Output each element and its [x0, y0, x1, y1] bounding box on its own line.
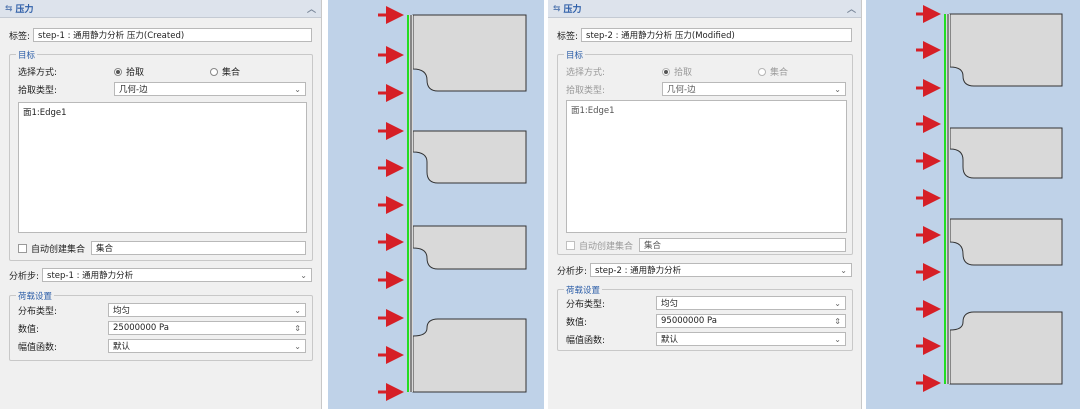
spinner-icon[interactable]: ⇕ — [834, 317, 841, 326]
load-settings-group: 荷载设置 分布类型: 均匀 ⌄ 数值: 95000000 Pa ⇕ 幅值函数: … — [557, 284, 853, 351]
chevron-down-icon: ⌄ — [294, 84, 301, 94]
radio-unchecked-icon — [758, 67, 766, 76]
picked-items-list[interactable]: 面1:Edge1 — [18, 102, 307, 233]
load-settings-title: 荷载设置 — [564, 284, 603, 296]
select-mode-label: 选择方式: — [566, 68, 606, 78]
load-settings-group: 荷载设置 分布类型: 均匀 ⌄ 数值: 25000000 Pa ⇕ 幅值函数: … — [9, 290, 313, 361]
radio-set[interactable]: 集合 — [758, 65, 788, 78]
amplitude-select[interactable]: 默认 ⌄ — [656, 332, 846, 346]
chevron-down-icon: ⌄ — [834, 298, 841, 308]
distribution-select[interactable]: 均匀 ⌄ — [656, 296, 846, 310]
pressure-icon: ⇆ — [5, 3, 13, 14]
target-group: 目标 选择方式: 拾取 集合 拾取类型: 几何-边 ⌄ 面1:Edge1 自动创… — [9, 49, 313, 261]
auto-create-set-label: 自动创建集合 — [579, 241, 634, 252]
auto-set-name-input[interactable]: 集合 — [639, 238, 846, 252]
auto-create-set-checkbox[interactable] — [566, 240, 575, 250]
step-select[interactable]: step-2 : 通用静力分析 ⌄ — [590, 263, 852, 277]
radio-set[interactable]: 集合 — [210, 65, 240, 78]
step-label: 分析步: — [9, 271, 40, 282]
step-label: 分析步: — [557, 266, 588, 277]
magnitude-input[interactable]: 95000000 Pa ⇕ — [656, 314, 846, 328]
list-item[interactable]: 面1:Edge1 — [23, 106, 302, 118]
chevron-up-icon[interactable]: ︿ — [847, 2, 856, 15]
pressure-arrows — [916, 5, 941, 392]
panel-title: 压力 — [15, 5, 34, 15]
amplitude-label: 幅值函数: — [566, 335, 606, 346]
magnitude-input[interactable]: 25000000 Pa ⇕ — [108, 321, 306, 335]
pressure-panel-2: ⇆ 压力 ︿ 标签: step-2 : 通用静力分析 压力(Modified) … — [548, 0, 862, 409]
distribution-label: 分布类型: — [566, 299, 606, 310]
select-mode-label: 选择方式: — [18, 68, 58, 78]
label-caption: 标签: — [557, 31, 579, 42]
chevron-down-icon: ⌄ — [834, 84, 841, 94]
pressure-panel-1: ⇆ 压力 ︿ 标签: step-1 : 通用静力分析 压力(Created) 目… — [0, 0, 322, 409]
auto-create-set-label: 自动创建集合 — [31, 244, 86, 255]
amplitude-select[interactable]: 默认 ⌄ — [108, 339, 306, 353]
load-settings-title: 荷载设置 — [16, 290, 55, 302]
pick-type-label: 拾取类型: — [566, 85, 606, 96]
pick-type-select[interactable]: 几何-边 ⌄ — [114, 82, 306, 96]
panel-header: ⇆ 压力 ︿ — [548, 0, 861, 18]
label-input[interactable]: step-1 : 通用静力分析 压力(Created) — [33, 28, 312, 42]
model-viewport-1[interactable] — [328, 0, 544, 409]
chevron-down-icon: ⌄ — [300, 270, 307, 280]
spinner-icon[interactable]: ⇕ — [294, 324, 301, 333]
pressure-icon: ⇆ — [553, 3, 561, 14]
panel-header: ⇆ 压力 ︿ — [0, 0, 321, 18]
radio-pick[interactable]: 拾取 — [662, 65, 758, 78]
distribution-label: 分布类型: — [18, 306, 58, 317]
target-group-title: 目标 — [16, 49, 38, 61]
pick-type-select[interactable]: 几何-边 ⌄ — [662, 82, 846, 96]
chevron-down-icon: ⌄ — [840, 265, 847, 275]
magnitude-label: 数值: — [18, 324, 40, 335]
target-group-title: 目标 — [564, 49, 586, 61]
step-select[interactable]: step-1 : 通用静力分析 ⌄ — [42, 268, 312, 282]
pressure-arrows — [378, 6, 404, 401]
chevron-up-icon[interactable]: ︿ — [307, 2, 316, 15]
pick-type-label: 拾取类型: — [18, 85, 58, 96]
radio-pick[interactable]: 拾取 — [114, 65, 210, 78]
label-caption: 标签: — [9, 31, 31, 42]
part-drawing — [378, 6, 527, 401]
chevron-down-icon: ⌄ — [294, 341, 301, 351]
radio-checked-icon — [662, 67, 670, 76]
model-viewport-2[interactable] — [866, 0, 1080, 409]
auto-set-name-input[interactable]: 集合 — [91, 241, 306, 255]
label-input[interactable]: step-2 : 通用静力分析 压力(Modified) — [581, 28, 852, 42]
chevron-down-icon: ⌄ — [294, 305, 301, 315]
distribution-select[interactable]: 均匀 ⌄ — [108, 303, 306, 317]
amplitude-label: 幅值函数: — [18, 342, 58, 353]
radio-unchecked-icon — [210, 67, 218, 76]
radio-checked-icon — [114, 67, 122, 76]
list-item[interactable]: 面1:Edge1 — [571, 104, 842, 116]
picked-items-list[interactable]: 面1:Edge1 — [566, 100, 847, 233]
panel-title: 压力 — [563, 5, 582, 15]
chevron-down-icon: ⌄ — [834, 334, 841, 344]
auto-create-set-checkbox[interactable] — [18, 243, 27, 253]
magnitude-label: 数值: — [566, 317, 588, 328]
target-group: 目标 选择方式: 拾取 集合 拾取类型: 几何-边 ⌄ 面1:Edge1 自动创… — [557, 49, 853, 255]
part-drawing — [916, 5, 1063, 392]
